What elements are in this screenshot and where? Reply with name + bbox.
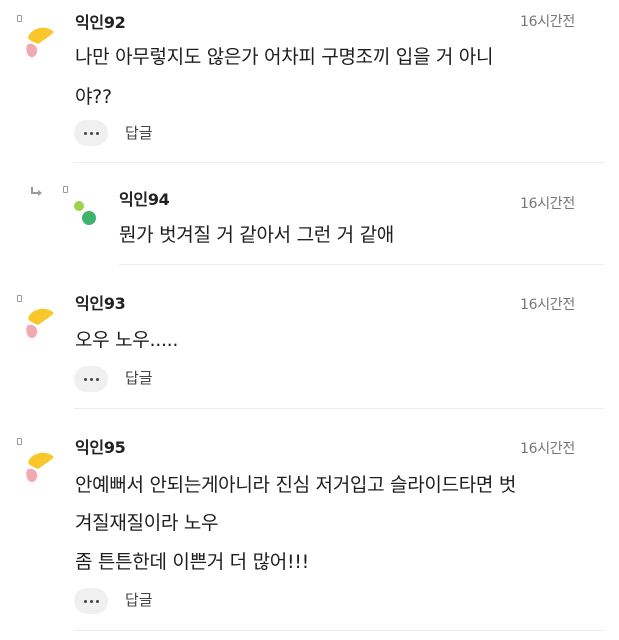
reply-button[interactable]: 답글	[125, 589, 153, 610]
comment-author[interactable]: 익인92	[75, 9, 126, 33]
comment-marker	[17, 15, 22, 22]
comment-text-line: 오우 노우.....	[75, 329, 179, 351]
avatar-icon	[74, 201, 96, 225]
divider	[119, 264, 604, 265]
avatar-icon	[26, 452, 54, 483]
comment-marker	[17, 295, 22, 302]
avatar-icon	[26, 308, 54, 339]
divider	[74, 408, 604, 409]
reply-arrow-icon	[31, 187, 42, 196]
comment-text-line: 야??	[75, 86, 112, 108]
comment-text-line: 좀 튼튼한데 이쁜거 더 많어!!!	[75, 551, 309, 573]
reply-button[interactable]: 답글	[125, 367, 153, 388]
divider	[74, 630, 604, 631]
comment-time: 16시간전	[520, 441, 575, 457]
more-options-button[interactable]	[74, 588, 108, 614]
more-options-button[interactable]	[74, 366, 108, 392]
comment-time: 16시간전	[520, 196, 575, 212]
comment-time: 16시간전	[520, 297, 575, 313]
reply-button[interactable]: 답글	[125, 122, 153, 143]
comment-text-line: 겨질재질이라 노우	[75, 512, 219, 534]
comment-time: 16시간전	[520, 14, 575, 30]
more-options-button[interactable]	[74, 120, 108, 146]
comment-marker	[17, 438, 22, 445]
comment-marker	[63, 186, 68, 193]
comment-text-line: 안예뻐서 안되는게아니라 진심 저거입고 슬라이드타면 벗	[75, 474, 517, 496]
comment-author[interactable]: 익인94	[119, 186, 170, 210]
comment-text-line: 나만 아무렇지도 않은가 어차피 구명조끼 입을 거 아니	[75, 46, 494, 68]
comment-author[interactable]: 익인95	[75, 434, 126, 458]
avatar-icon	[26, 27, 54, 58]
divider	[74, 162, 604, 163]
comment-text-line: 뭔가 벗겨질 거 같아서 그런 거 같애	[119, 224, 394, 246]
comment-author[interactable]: 익인93	[75, 290, 126, 314]
